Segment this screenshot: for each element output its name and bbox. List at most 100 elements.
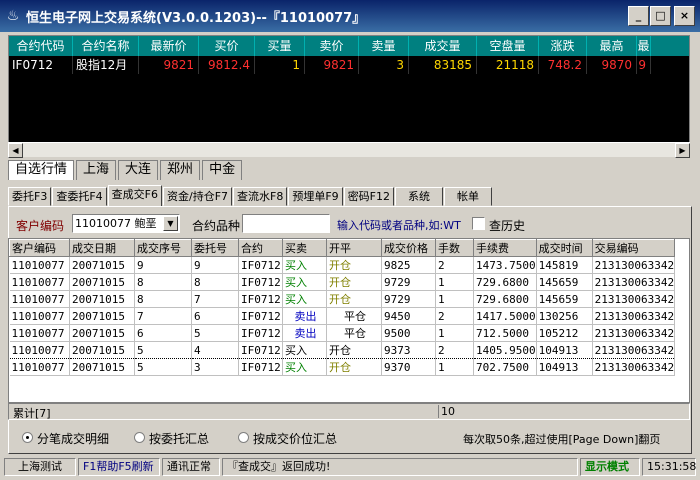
quote-header-cell[interactable]: 涨跌 <box>539 36 587 56</box>
cell-open: 开仓 <box>326 256 382 274</box>
tab-preorder[interactable]: 预埋单F9 <box>288 187 343 206</box>
trades-table[interactable]: 客户编码 成交日期 成交序号 委托号 合约 买卖 开平 成交价格 手数 手续费 … <box>8 238 690 403</box>
quote-cell-askvol: 3 <box>359 56 409 74</box>
cell: 20071015 <box>69 307 135 325</box>
tab-order[interactable]: 委托F3 <box>8 187 52 206</box>
chevron-down-icon[interactable]: ▼ <box>163 216 178 231</box>
column-header[interactable]: 成交时间 <box>535 239 593 257</box>
cell: 1 <box>435 358 474 376</box>
quote-header-cell[interactable]: 最新价 <box>139 36 199 56</box>
cell: 145659 <box>536 273 593 291</box>
status-mode: 显示模式 <box>580 458 640 476</box>
contract-type-label: 合约品种 <box>192 219 241 233</box>
function-tabs: 委托F3 查委托F4 查成交F6 资金/持仓F7 查流水F8 预埋单F9 密码F… <box>8 185 493 207</box>
tab-query-flow[interactable]: 查流水F8 <box>233 187 288 206</box>
quote-header-cell[interactable]: 买量 <box>255 36 305 56</box>
quote-header-cell[interactable]: 合约名称 <box>73 36 139 56</box>
contract-type-input[interactable] <box>242 214 330 233</box>
cell: 9500 <box>381 324 436 342</box>
market-tab-dalian[interactable]: 大连 <box>118 160 159 180</box>
tab-password[interactable]: 密码F12 <box>343 187 395 206</box>
cell: 702.7500 <box>473 358 537 376</box>
column-header[interactable]: 交易编码 <box>591 239 676 257</box>
market-tab-watchlist[interactable]: 自选行情 <box>8 160 75 180</box>
paging-note: 每次取50条,超过使用[Page Down]翻页 <box>463 433 661 446</box>
quote-header-cell[interactable]: 卖量 <box>359 36 409 56</box>
column-header[interactable]: 手续费 <box>473 239 537 257</box>
radio-by-price-label[interactable]: 按成交价位汇总 <box>253 430 337 447</box>
column-header[interactable]: 开平 <box>326 239 382 257</box>
column-header[interactable]: 成交序号 <box>134 239 192 257</box>
customer-code-value: 11010077 鲍垩 <box>75 217 157 230</box>
cell: 2 <box>435 341 474 359</box>
table-row[interactable]: 11010077 20071015 7 6 IF0712 卖出 平仓 9450 2 1417.50… <box>9 307 676 325</box>
cell: 213130063342 <box>592 324 676 342</box>
column-header[interactable]: 手数 <box>435 239 474 257</box>
cell: 213130063342 <box>592 307 676 325</box>
close-button[interactable]: × <box>674 6 695 26</box>
scroll-right-icon[interactable]: ▶ <box>675 143 690 158</box>
cell: IF0712 <box>238 273 283 291</box>
quote-header-cell[interactable]: 成交量 <box>409 36 477 56</box>
quote-header-cell[interactable]: 卖价 <box>305 36 359 56</box>
cell: 9825 <box>381 256 436 274</box>
maximize-button[interactable]: □ <box>650 6 671 26</box>
quote-grid[interactable]: 合约代码 合约名称 最新价 买价 买量 卖价 卖量 成交量 空盘量 涨跌 最高 … <box>8 35 690 155</box>
cell-close: 平仓 <box>326 307 382 325</box>
table-row[interactable]: 11010077 20071015 6 5 IF0712 卖出 平仓 9500 1 712.500… <box>9 324 676 342</box>
tab-system[interactable]: 系统 <box>395 187 444 206</box>
radio-detail[interactable] <box>22 432 33 443</box>
status-server: 上海测试 <box>4 458 76 476</box>
market-tab-cffex[interactable]: 中金 <box>202 160 243 180</box>
column-header[interactable]: 成交日期 <box>69 239 135 257</box>
customer-code-select[interactable]: 11010077 鲍垩 ▼ <box>72 214 180 233</box>
radio-detail-label[interactable]: 分笔成交明细 <box>37 430 109 447</box>
column-header[interactable]: 客户编码 <box>9 239 70 257</box>
cell: 11010077 <box>9 341 70 359</box>
column-header[interactable]: 买卖 <box>282 239 327 257</box>
tab-funds-positions[interactable]: 资金/持仓F7 <box>162 187 233 206</box>
quote-header-cell[interactable]: 合约代码 <box>9 36 73 56</box>
quote-header-cell[interactable]: 最高 <box>587 36 637 56</box>
table-row[interactable]: 11010077 20071015 8 7 IF0712 买入 开仓 9729 1 729.680… <box>9 290 676 308</box>
column-header[interactable]: 合约 <box>238 239 283 257</box>
quote-header-cell[interactable]: 买价 <box>199 36 255 56</box>
market-tab-zhengzhou[interactable]: 郑州 <box>160 160 201 180</box>
tab-query-trades[interactable]: 查成交F6 <box>107 185 162 206</box>
cell: 8 <box>134 290 192 308</box>
quote-horizontal-scrollbar[interactable]: ◀ ▶ <box>8 142 690 158</box>
quote-row[interactable]: IF0712 股指12月 9821 9812.4 1 9821 3 83185 … <box>9 56 689 74</box>
cell: 20071015 <box>69 358 135 376</box>
scroll-left-icon[interactable]: ◀ <box>8 143 23 158</box>
column-header[interactable]: 委托号 <box>191 239 239 257</box>
minimize-button[interactable]: _ <box>628 6 649 26</box>
table-row-selected[interactable]: 11010077 20071015 5 4 IF0712 买入 开仓 9373 2 1405.95… <box>9 341 676 359</box>
quote-header-cell[interactable]: 空盘量 <box>477 36 539 56</box>
cell: 1405.9500 <box>473 341 537 359</box>
cell-open: 开仓 <box>326 273 382 291</box>
cell: 7 <box>191 290 239 308</box>
column-header[interactable]: 成交价格 <box>381 239 436 257</box>
summary-label: 累计[7] <box>13 407 51 420</box>
cell: 104913 <box>536 358 593 376</box>
radio-by-price[interactable] <box>238 432 249 443</box>
cell: 105212 <box>536 324 593 342</box>
table-row[interactable]: 11010077 20071015 9 9 IF0712 买入 开仓 9825 2 1473.75… <box>9 256 676 274</box>
cell-buy: 买入 <box>282 273 327 291</box>
radio-by-order[interactable] <box>134 432 145 443</box>
cell: 11010077 <box>9 358 70 376</box>
market-tab-shanghai[interactable]: 上海 <box>76 160 117 180</box>
quote-header-cell[interactable]: 最 <box>637 36 651 56</box>
table-row[interactable]: 11010077 20071015 5 3 IF0712 买入 开仓 9370 1 702.750… <box>9 358 676 376</box>
tab-query-orders[interactable]: 查委托F4 <box>52 187 107 206</box>
cell: 1473.7500 <box>473 256 537 274</box>
tab-statement[interactable]: 帐单 <box>444 187 493 206</box>
cell: 1 <box>435 273 474 291</box>
cell: 213130063342 <box>592 341 676 359</box>
history-checkbox[interactable] <box>472 217 485 230</box>
cell: 9370 <box>381 358 436 376</box>
cell: 6 <box>191 307 239 325</box>
table-row[interactable]: 11010077 20071015 8 8 IF0712 买入 开仓 9729 1 729.680… <box>9 273 676 291</box>
radio-by-order-label[interactable]: 按委托汇总 <box>149 430 209 447</box>
cell: 20071015 <box>69 256 135 274</box>
